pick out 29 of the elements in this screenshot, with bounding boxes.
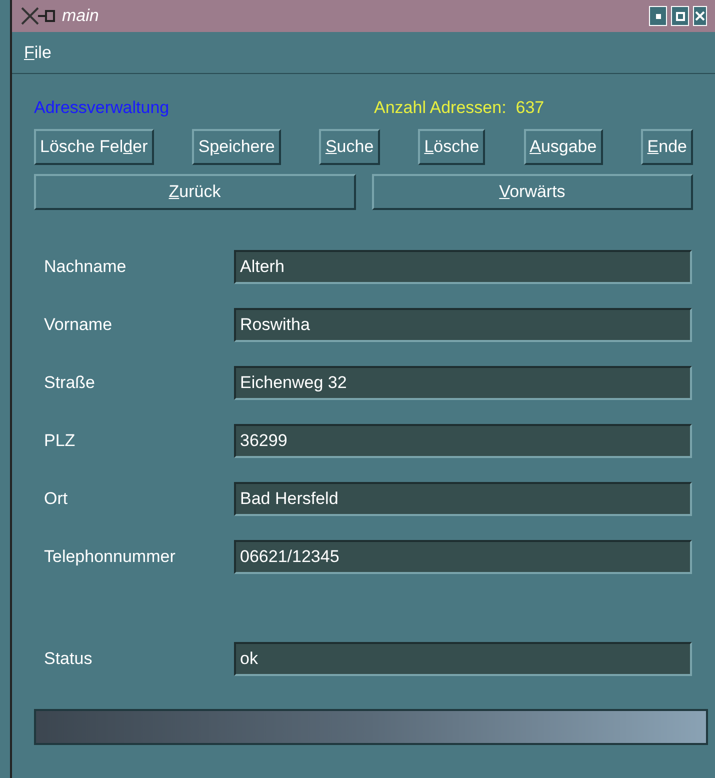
field-label: Nachname: [43, 256, 128, 278]
field-label: Status: [43, 648, 94, 670]
nav-button[interactable]: Zurück: [34, 174, 356, 210]
input-field[interactable]: 36299: [234, 424, 692, 458]
action-button[interactable]: Speichere: [192, 129, 281, 165]
address-count: Anzahl Adressen: 637: [374, 97, 544, 120]
minimize-button[interactable]: [649, 6, 667, 26]
input-field[interactable]: Eichenweg 32: [234, 366, 692, 400]
app-title: Adressverwaltung: [34, 97, 170, 120]
action-button[interactable]: Lösche: [418, 129, 486, 165]
window-title: main: [62, 5, 99, 28]
input-field[interactable]: Alterh: [234, 250, 692, 284]
action-button[interactable]: Suche: [319, 129, 380, 165]
field-label: Telephonnummer: [43, 546, 176, 568]
close-button[interactable]: [693, 6, 707, 26]
action-button[interactable]: Lösche Felder: [34, 129, 154, 165]
field-label: Vorname: [43, 314, 114, 336]
field-label: Straße: [43, 372, 96, 394]
maximize-button[interactable]: [671, 6, 689, 26]
menu-item[interactable]: File: [20, 40, 56, 66]
nav-button[interactable]: Vorwärts: [372, 174, 693, 210]
input-field[interactable]: 06621/12345: [234, 540, 692, 574]
field-label: PLZ: [43, 430, 76, 452]
input-field[interactable]: ok: [234, 642, 692, 676]
action-button[interactable]: Ausgabe: [524, 129, 603, 165]
input-field[interactable]: Roswitha: [234, 308, 692, 342]
field-label: Ort: [43, 488, 69, 510]
action-button[interactable]: Ende: [641, 129, 693, 165]
input-field[interactable]: Bad Hersfeld: [234, 482, 692, 516]
